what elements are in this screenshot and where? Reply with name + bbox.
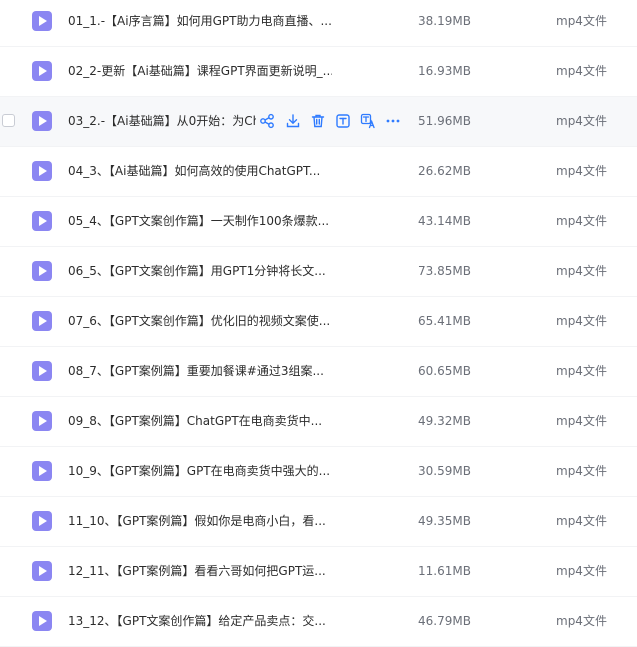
file-row[interactable]: 13_12、【GPT文案创作篇】给定产品卖点：交... 46.79MB mp4文… [0,597,637,647]
file-row[interactable]: 04_3、【Ai基础篇】如何高效的使用ChatGPT... 26.62MB mp… [0,147,637,197]
text-extract-icon[interactable] [335,113,351,129]
file-type: mp4文件 [556,164,607,178]
file-name[interactable]: 02_2-更新【Ai基础篇】课程GPT界面更新说明_... [68,63,332,79]
file-size: 38.19MB [418,14,471,28]
delete-icon[interactable] [310,113,326,129]
file-size: 51.96MB [418,114,471,128]
translate-icon[interactable] [360,113,376,129]
file-row[interactable]: 02_2-更新【Ai基础篇】课程GPT界面更新说明_... 16.93MB mp… [0,47,637,97]
file-name[interactable]: 10_9、【GPT案例篇】GPT在电商卖货中强大的... [68,463,332,479]
file-type: mp4文件 [556,14,607,28]
video-file-icon [32,211,52,231]
file-size: 11.61MB [418,564,471,578]
file-row[interactable]: 06_5、【GPT文案创作篇】用GPT1分钟将长文... 73.85MB mp4… [0,247,637,297]
file-type: mp4文件 [556,614,607,628]
video-file-icon [32,111,52,131]
file-type: mp4文件 [556,264,607,278]
file-name[interactable]: 01_1.-【Ai序言篇】如何用GPT助力电商直播、... [68,13,332,29]
file-type: mp4文件 [556,464,607,478]
file-row[interactable]: 10_9、【GPT案例篇】GPT在电商卖货中强大的... 30.59MB mp4… [0,447,637,497]
file-row[interactable]: 08_7、【GPT案例篇】重要加餐课#通过3组案... 60.65MB mp4文… [0,347,637,397]
file-name[interactable]: 05_4、【GPT文案创作篇】一天制作100条爆款... [68,213,332,229]
video-file-icon [32,561,52,581]
more-icon[interactable] [385,113,401,129]
file-type: mp4文件 [556,214,607,228]
video-file-icon [32,411,52,431]
file-name[interactable]: 07_6、【GPT文案创作篇】优化旧的视频文案使... [68,313,332,329]
download-icon[interactable] [285,113,301,129]
file-size: 43.14MB [418,214,471,228]
video-file-icon [32,461,52,481]
file-type: mp4文件 [556,564,607,578]
file-size: 16.93MB [418,64,471,78]
share-icon[interactable] [259,113,275,129]
file-row[interactable]: 11_10、【GPT案例篇】假如你是电商小白，看... 49.35MB mp4文… [0,497,637,547]
file-name[interactable]: 09_8、【GPT案例篇】ChatGPT在电商卖货中... [68,413,332,429]
video-file-icon [32,11,52,31]
video-file-icon [32,511,52,531]
file-type: mp4文件 [556,114,607,128]
file-size: 46.79MB [418,614,471,628]
file-type: mp4文件 [556,64,607,78]
file-name[interactable]: 03_2.-【Ai基础篇】从0开始：为Ch [68,113,256,129]
video-file-icon [32,61,52,81]
file-type: mp4文件 [556,314,607,328]
video-file-icon [32,161,52,181]
file-name[interactable]: 04_3、【Ai基础篇】如何高效的使用ChatGPT... [68,163,332,179]
file-name[interactable]: 11_10、【GPT案例篇】假如你是电商小白，看... [68,513,332,529]
file-size: 30.59MB [418,464,471,478]
file-row[interactable]: 12_11、【GPT案例篇】看看六哥如何把GPT运... 11.61MB mp4… [0,547,637,597]
file-row[interactable]: 07_6、【GPT文案创作篇】优化旧的视频文案使... 65.41MB mp4文… [0,297,637,347]
video-file-icon [32,611,52,631]
file-row[interactable]: 01_1.-【Ai序言篇】如何用GPT助力电商直播、... 38.19MB mp… [0,0,637,47]
file-size: 26.62MB [418,164,471,178]
file-size: 49.32MB [418,414,471,428]
file-list: 01_1.-【Ai序言篇】如何用GPT助力电商直播、... 38.19MB mp… [0,0,637,647]
file-size: 73.85MB [418,264,471,278]
file-size: 60.65MB [418,364,471,378]
file-name[interactable]: 12_11、【GPT案例篇】看看六哥如何把GPT运... [68,563,332,579]
file-size: 49.35MB [418,514,471,528]
file-type: mp4文件 [556,414,607,428]
row-checkbox[interactable] [2,114,15,127]
file-type: mp4文件 [556,514,607,528]
file-name[interactable]: 13_12、【GPT文案创作篇】给定产品卖点：交... [68,613,332,629]
file-name[interactable]: 08_7、【GPT案例篇】重要加餐课#通过3组案... [68,363,332,379]
video-file-icon [32,261,52,281]
file-row[interactable]: 05_4、【GPT文案创作篇】一天制作100条爆款... 43.14MB mp4… [0,197,637,247]
video-file-icon [32,311,52,331]
file-type: mp4文件 [556,364,607,378]
file-size: 65.41MB [418,314,471,328]
file-name[interactable]: 06_5、【GPT文案创作篇】用GPT1分钟将长文... [68,263,332,279]
file-row[interactable]: 09_8、【GPT案例篇】ChatGPT在电商卖货中... 49.32MB mp… [0,397,637,447]
video-file-icon [32,361,52,381]
file-row[interactable]: 03_2.-【Ai基础篇】从0开始：为Ch 51.96MB mp4文件 [0,97,637,147]
